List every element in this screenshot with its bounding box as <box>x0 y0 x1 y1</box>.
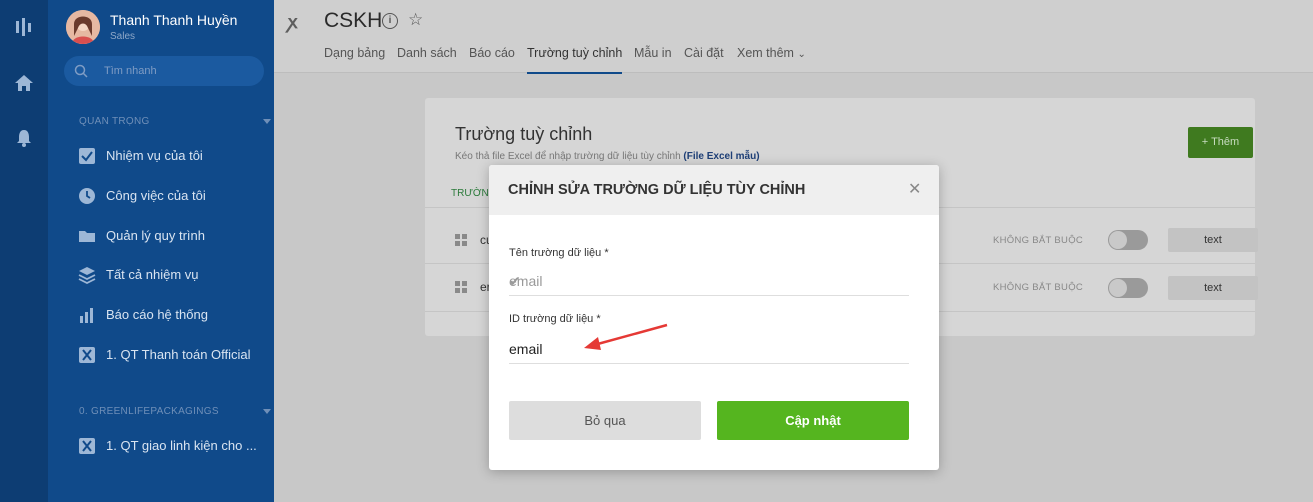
sidebar-item-all-tasks[interactable]: Tất cả nhiệm vụ <box>78 263 268 287</box>
sidebar-item-my-tasks[interactable]: Nhiệm vụ của tôi <box>78 144 268 168</box>
sidebar-item-parts-delivery[interactable]: 1. QT giao linh kiện cho ... <box>78 434 268 458</box>
active-tab-indicator <box>527 72 622 74</box>
required-toggle[interactable] <box>1108 278 1148 298</box>
field-name-input[interactable]: email ✔ <box>509 266 909 296</box>
section-title-important[interactable]: QUAN TRỌNG <box>79 116 150 127</box>
app-logo-icon[interactable] <box>14 17 34 37</box>
header: ꭗ CSKH i ☆ Dạng bảng Danh sách Báo cáo T… <box>274 0 1313 74</box>
sidebar-item-label: Công việc của tôi <box>106 188 206 203</box>
tab-settings[interactable]: Cài đặt <box>684 46 724 60</box>
sidebar-item-my-work[interactable]: Công việc của tôi <box>78 184 268 208</box>
sidebar-search-input[interactable]: Tìm nhanh <box>64 56 264 86</box>
add-field-button[interactable]: + Thêm <box>1188 127 1253 158</box>
field-type[interactable]: text <box>1168 228 1258 252</box>
chevron-down-icon: ⌄ <box>797 49 806 60</box>
field-id-label: ID trường dữ liệu * <box>509 313 601 325</box>
edit-custom-field-modal: CHỈNH SỬA TRƯỜNG DỮ LIỆU TÙY CHỈNH ✕ Tên… <box>489 165 939 470</box>
field-type[interactable]: text <box>1168 276 1258 300</box>
workflow-logo-icon <box>79 347 95 363</box>
sidebar-item-label: 1. QT giao linh kiện cho ... <box>106 438 257 453</box>
section-title-company[interactable]: 0. GREENLIFEPACKAGINGS <box>79 406 219 417</box>
sidebar-item-label: Quản lý quy trình <box>106 228 205 243</box>
tab-report[interactable]: Báo cáo <box>469 46 515 60</box>
sidebar-item-system-report[interactable]: Báo cáo hệ thống <box>78 303 268 327</box>
tab-table[interactable]: Dạng bảng <box>324 46 385 60</box>
close-icon[interactable]: ✕ <box>908 179 921 199</box>
sidebar-item-label: 1. QT Thanh toán Official <box>106 347 251 362</box>
sidebar-item-label: Báo cáo hệ thống <box>106 307 208 322</box>
bell-icon[interactable] <box>14 128 34 148</box>
tab-more-label: Xem thêm <box>737 46 794 60</box>
sidebar: Thanh Thanh Huyền Sales Tìm nhanh QUAN T… <box>48 0 274 502</box>
modal-header: CHỈNH SỬA TRƯỜNG DỮ LIỆU TÙY CHỈNH ✕ <box>489 165 939 215</box>
workflow-logo-icon <box>79 438 95 454</box>
field-id-input[interactable]: email <box>509 334 909 364</box>
field-name-label: Tên trường dữ liệu * <box>509 247 609 259</box>
tab-list[interactable]: Danh sách <box>397 46 457 60</box>
user-name: Thanh Thanh Huyền <box>110 12 238 28</box>
caret-down-icon[interactable] <box>263 409 271 414</box>
left-rail <box>0 0 48 502</box>
tab-print-template[interactable]: Mẫu in <box>634 46 672 60</box>
workflow-logo-icon: ꭗ <box>288 12 298 32</box>
update-button[interactable]: Cập nhật <box>717 401 909 440</box>
required-toggle[interactable] <box>1108 230 1148 250</box>
tab-more[interactable]: Xem thêm ⌄ <box>737 46 806 60</box>
sidebar-item-process-management[interactable]: Quản lý quy trình <box>78 224 268 248</box>
clock-icon <box>79 188 95 204</box>
cancel-button[interactable]: Bỏ qua <box>509 401 701 440</box>
caret-down-icon[interactable] <box>263 119 271 124</box>
bar-chart-icon <box>80 308 93 323</box>
home-icon[interactable] <box>14 73 34 93</box>
required-status: KHÔNG BẮT BUỘC <box>993 282 1084 293</box>
card-subtitle: Kéo thả file Excel để nhập trường dữ liệ… <box>455 151 760 162</box>
info-icon[interactable]: i <box>382 13 398 29</box>
sidebar-item-label: Nhiệm vụ của tôi <box>106 148 203 163</box>
checkbox-icon <box>79 148 95 164</box>
required-status: KHÔNG BẮT BUỘC <box>993 235 1084 246</box>
search-icon <box>74 64 88 78</box>
tab-custom-fields[interactable]: Trường tuỳ chỉnh <box>527 46 622 60</box>
search-placeholder: Tìm nhanh <box>104 65 157 77</box>
sidebar-item-label: Tất cả nhiệm vụ <box>106 267 199 282</box>
page-title: CSKH <box>324 9 383 32</box>
card-title: Trường tuỳ chỉnh <box>455 124 593 144</box>
avatar[interactable] <box>66 10 100 44</box>
check-icon: ✔ <box>509 273 521 289</box>
sidebar-item-payment-process[interactable]: 1. QT Thanh toán Official <box>78 343 268 367</box>
card-subtitle-text: Kéo thả file Excel để nhập trường dữ liệ… <box>455 151 681 162</box>
user-profile[interactable]: Thanh Thanh Huyền Sales <box>66 10 266 46</box>
star-icon[interactable]: ☆ <box>408 10 423 30</box>
layers-icon <box>78 267 96 284</box>
modal-title: CHỈNH SỬA TRƯỜNG DỮ LIỆU TÙY CHỈNH <box>508 182 806 198</box>
excel-template-link[interactable]: (File Excel mẫu) <box>683 151 759 162</box>
folder-icon <box>79 231 95 242</box>
drag-handle-icon[interactable] <box>455 234 467 246</box>
field-id-value: email <box>509 341 543 357</box>
user-role: Sales <box>110 31 136 42</box>
drag-handle-icon[interactable] <box>455 281 467 293</box>
